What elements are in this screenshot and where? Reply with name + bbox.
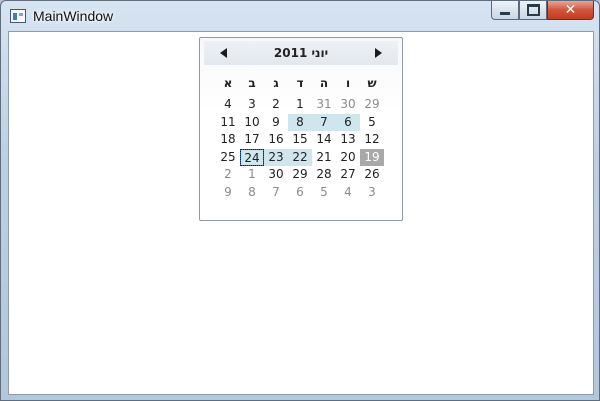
week-row: 19 20 21 22 23 24 25 bbox=[216, 148, 384, 167]
calendar-day[interactable]: 6 bbox=[336, 113, 360, 131]
calendar-day[interactable]: 22 bbox=[288, 148, 312, 166]
calendar-day[interactable]: 23 bbox=[264, 148, 288, 166]
previous-month-button[interactable] bbox=[216, 46, 232, 60]
close-button[interactable]: ✕ bbox=[547, 1, 594, 20]
next-month-button[interactable] bbox=[370, 46, 386, 60]
calendar-day[interactable]: 18 bbox=[216, 131, 240, 149]
calendar-day[interactable]: 16 bbox=[264, 131, 288, 149]
calendar-day[interactable]: 5 bbox=[360, 114, 384, 132]
calendar-day[interactable]: 25 bbox=[216, 149, 240, 167]
window-client-area: יוני 2011 שוהדגבא 29 30 31 1 2 3 4 5 6 7 8 9 10 11 12 1… bbox=[8, 31, 594, 395]
day-of-week-label: ו bbox=[345, 76, 351, 90]
main-window: MainWindow ✕ יוני 2011 שוהדגבא 29 30 31 1 2 3… bbox=[0, 0, 600, 401]
calendar-day[interactable]: 20 bbox=[336, 149, 360, 167]
calendar-day[interactable]: 29 bbox=[288, 166, 312, 184]
calendar-day[interactable]: 3 bbox=[240, 96, 264, 114]
maximize-icon bbox=[526, 4, 540, 16]
week-row: 12 13 14 15 16 17 18 bbox=[216, 131, 384, 149]
calendar-day[interactable]: 8 bbox=[240, 184, 264, 202]
calendar-day[interactable]: 30 bbox=[336, 96, 360, 114]
day-of-week-label: א bbox=[223, 76, 233, 90]
calendar-header: יוני 2011 bbox=[204, 41, 398, 65]
calendar-day[interactable]: 5 bbox=[312, 184, 336, 202]
week-row: 3456789 bbox=[216, 184, 384, 202]
window-title: MainWindow bbox=[33, 8, 114, 24]
calendar-day[interactable]: 10 bbox=[240, 114, 264, 132]
day-of-week-label: ש bbox=[367, 76, 377, 90]
calendar-day[interactable]: 8 bbox=[288, 113, 312, 131]
calendar-day[interactable]: 11 bbox=[216, 114, 240, 132]
calendar-day[interactable]: 9 bbox=[216, 184, 240, 202]
calendar-day[interactable]: 21 bbox=[312, 149, 336, 167]
calendar-day[interactable]: 6 bbox=[288, 184, 312, 202]
calendar-day[interactable]: 15 bbox=[288, 131, 312, 149]
calendar-day[interactable]: 4 bbox=[336, 184, 360, 202]
calendar-day[interactable]: 19 bbox=[360, 148, 384, 166]
calendar-day[interactable]: 2 bbox=[264, 96, 288, 114]
calendar-day[interactable]: 9 bbox=[264, 114, 288, 132]
calendar-day[interactable]: 7 bbox=[312, 113, 336, 131]
calendar-day[interactable]: 1 bbox=[288, 96, 312, 114]
day-of-week-label: ב bbox=[248, 76, 256, 90]
week-row: 5 6 7 8 9 10 11 bbox=[216, 113, 384, 132]
week-row: 26 27 28 29 30 1 2 bbox=[216, 166, 384, 184]
minimize-button[interactable] bbox=[491, 1, 519, 20]
calendar-day[interactable]: 1 bbox=[240, 166, 264, 184]
maximize-button[interactable] bbox=[519, 1, 547, 20]
calendar-day[interactable]: 13 bbox=[336, 131, 360, 149]
calendar-day[interactable]: 7 bbox=[264, 184, 288, 202]
day-of-week-label: ג bbox=[273, 76, 279, 90]
day-of-week-label: ד bbox=[296, 76, 304, 90]
day-of-week-row: שוהדגבא bbox=[216, 74, 384, 96]
calendar-day[interactable]: 29 bbox=[360, 96, 384, 114]
calendar-day[interactable]: 26 bbox=[360, 166, 384, 184]
week-row: 29 30 31 1 2 3 4 bbox=[216, 96, 384, 114]
calendar-day[interactable]: 17 bbox=[240, 131, 264, 149]
calendar: יוני 2011 שוהדגבא 29 30 31 1 2 3 4 5 6 7 8 9 10 11 12 1… bbox=[199, 37, 403, 221]
calendar-day[interactable]: 24 bbox=[240, 148, 264, 166]
calendar-day[interactable]: 2 bbox=[216, 166, 240, 184]
title-bar[interactable]: MainWindow ✕ bbox=[1, 1, 599, 31]
calendar-grid: שוהדגבא 29 30 31 1 2 3 4 5 6 7 8 9 10 11 12 13 14 15 16 17 1… bbox=[216, 74, 384, 201]
caption-buttons: ✕ bbox=[491, 1, 594, 21]
calendar-day[interactable]: 28 bbox=[312, 166, 336, 184]
month-title-button[interactable]: יוני 2011 bbox=[244, 46, 358, 60]
close-icon: ✕ bbox=[564, 2, 577, 18]
calendar-day[interactable]: 27 bbox=[336, 166, 360, 184]
calendar-day[interactable]: 12 bbox=[360, 131, 384, 149]
calendar-day[interactable]: 14 bbox=[312, 131, 336, 149]
day-of-week-label: ה bbox=[319, 76, 329, 90]
calendar-day[interactable]: 3 bbox=[360, 184, 384, 202]
calendar-day[interactable]: 4 bbox=[216, 96, 240, 114]
minimize-icon bbox=[500, 11, 510, 15]
calendar-day[interactable]: 30 bbox=[264, 166, 288, 184]
window-icon[interactable] bbox=[10, 9, 26, 23]
calendar-day[interactable]: 31 bbox=[312, 96, 336, 114]
